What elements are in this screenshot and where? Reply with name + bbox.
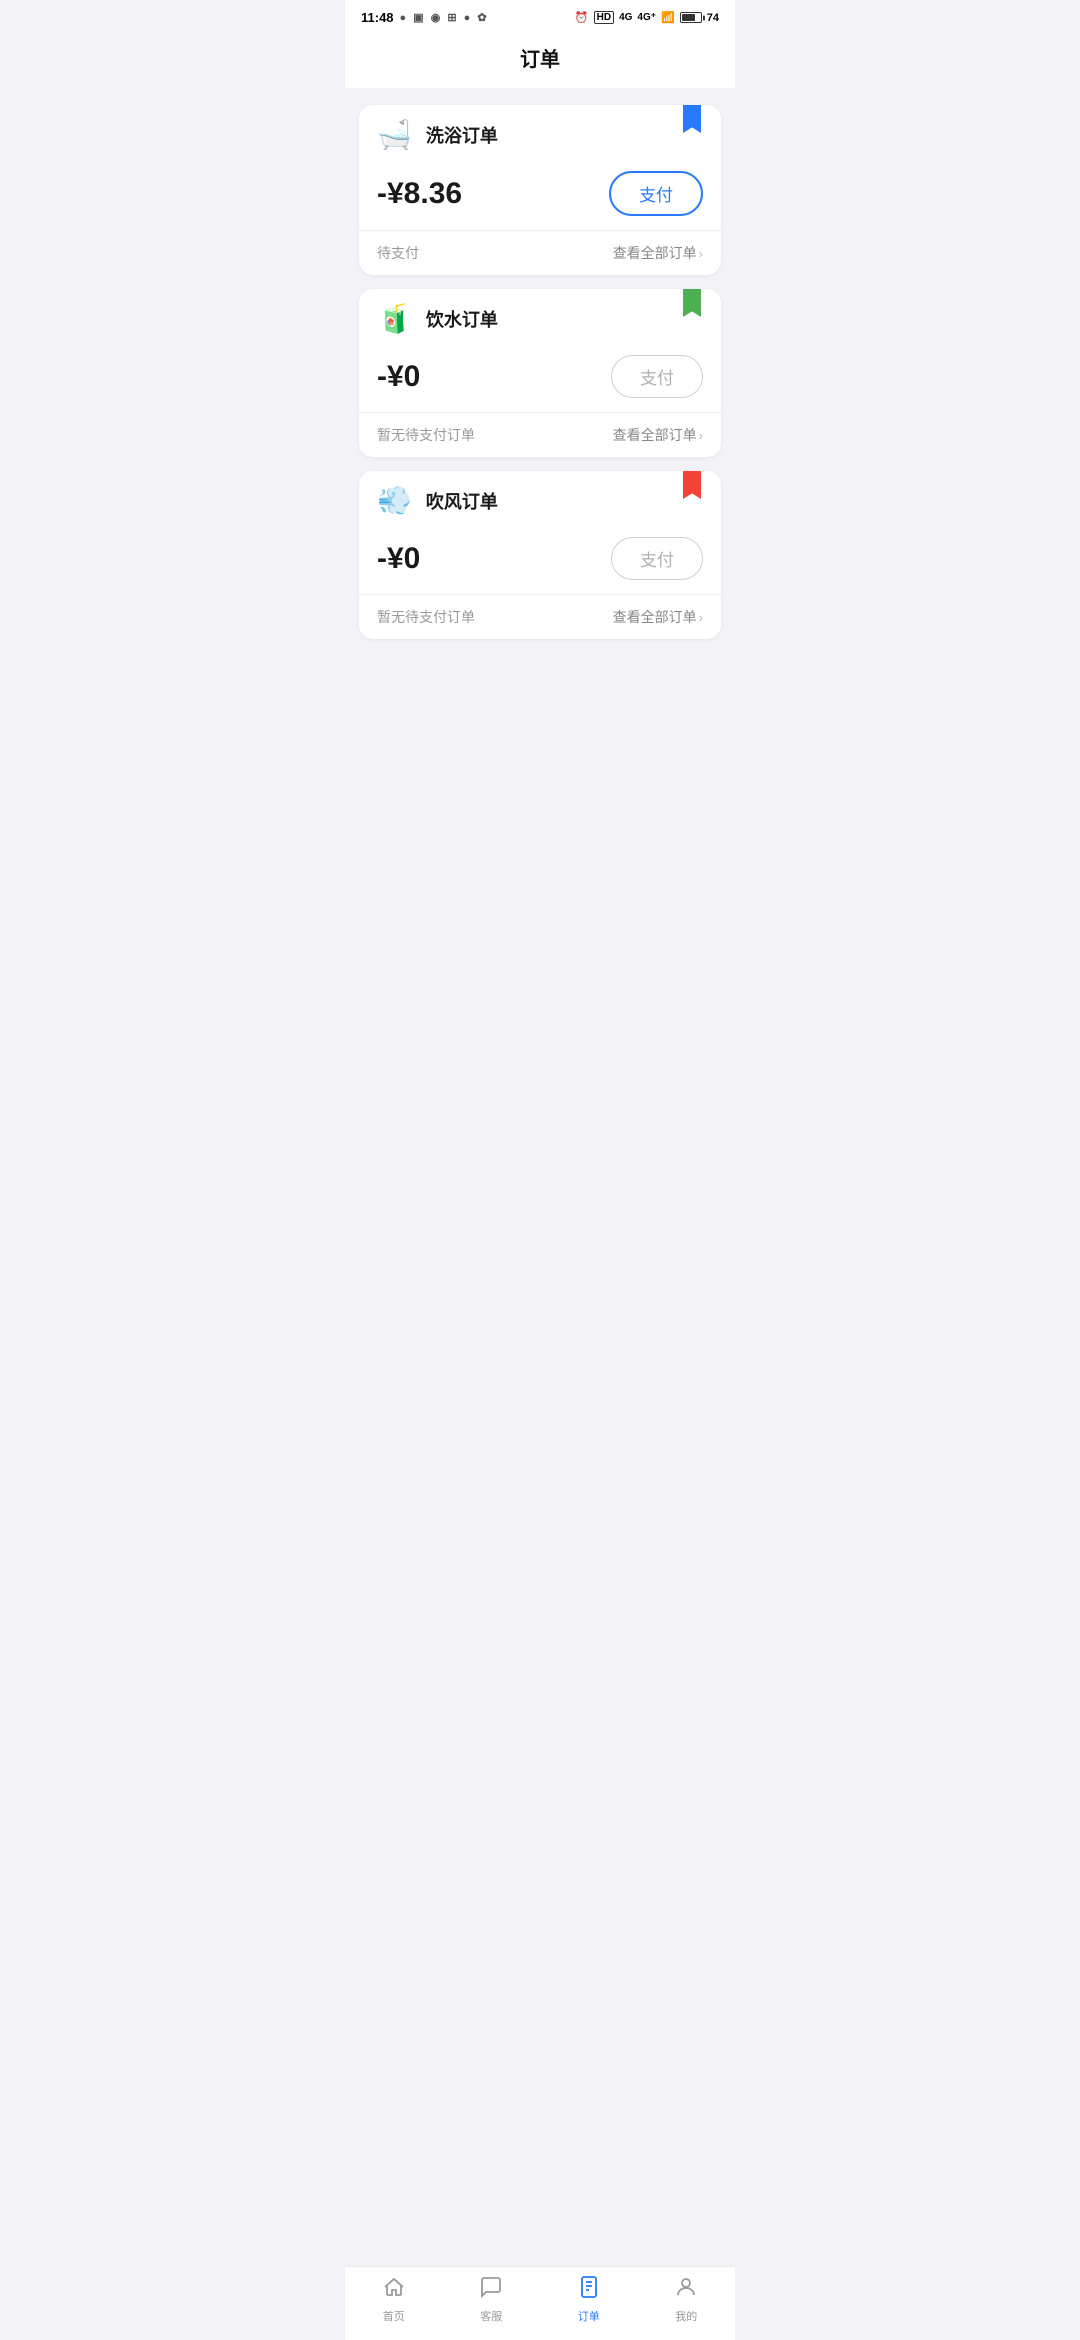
tab-bar: 首页 客服 订单 我的 — [345, 2266, 735, 2340]
page-header: 订单 — [345, 31, 735, 89]
water-pay-button: 支付 — [611, 355, 703, 398]
home-icon — [382, 2275, 406, 2304]
bath-amount: -¥8.36 — [377, 177, 462, 211]
battery-icon — [680, 12, 702, 23]
battery-percent: 74 — [707, 12, 719, 24]
bath-status: 待支付 — [377, 243, 419, 263]
card-top-bath: 🛁 洗浴订单 — [359, 105, 721, 161]
dryer-view-all[interactable]: 查看全部订单 › — [613, 607, 703, 627]
bath-view-all[interactable]: 查看全部订单 › — [613, 243, 703, 263]
order-card-bath: 🛁 洗浴订单 -¥8.36 支付 待支付 查看全部订单 › — [359, 105, 721, 275]
signal-4g: 4G — [619, 12, 632, 23]
water-title: 饮水订单 — [426, 306, 498, 332]
mine-icon — [674, 2275, 698, 2304]
dryer-pay-button: 支付 — [611, 537, 703, 580]
water-icon: 🧃 — [377, 305, 412, 333]
bath-card-bottom: 待支付 查看全部订单 › — [359, 230, 721, 275]
app-icons: ● ▣ ◉ ⊞ ● ✿ — [400, 11, 489, 24]
tab-home-label: 首页 — [383, 2308, 405, 2324]
card-top-water: 🧃 饮水订单 — [359, 289, 721, 345]
bath-title: 洗浴订单 — [426, 122, 498, 148]
page-title: 订单 — [345, 43, 735, 72]
signal-4gplus: 4G⁺ — [637, 12, 656, 23]
tab-home[interactable]: 首页 — [359, 2275, 429, 2324]
status-time: 11:48 — [361, 10, 394, 25]
service-icon — [479, 2275, 503, 2304]
water-amount: -¥0 — [377, 360, 420, 394]
dryer-amount-row: -¥0 支付 — [359, 527, 721, 594]
wifi-icon: 📶 — [661, 11, 675, 24]
dryer-amount: -¥0 — [377, 542, 420, 576]
bath-amount-row: -¥8.36 支付 — [359, 161, 721, 230]
tab-service[interactable]: 客服 — [456, 2275, 526, 2324]
water-card-bottom: 暂无待支付订单 查看全部订单 › — [359, 412, 721, 457]
dryer-status: 暂无待支付订单 — [377, 607, 475, 627]
bath-pay-button[interactable]: 支付 — [609, 171, 703, 216]
order-card-water: 🧃 饮水订单 -¥0 支付 暂无待支付订单 查看全部订单 › — [359, 289, 721, 457]
status-left: 11:48 ● ▣ ◉ ⊞ ● ✿ — [361, 10, 489, 25]
orders-icon — [577, 2275, 601, 2304]
dryer-card-bottom: 暂无待支付订单 查看全部订单 › — [359, 594, 721, 639]
alarm-icon: ⏰ — [575, 11, 589, 24]
order-card-dryer: 💨 吹风订单 -¥0 支付 暂无待支付订单 查看全部订单 › — [359, 471, 721, 639]
chevron-icon: › — [699, 428, 703, 443]
tab-mine[interactable]: 我的 — [651, 2275, 721, 2324]
tab-orders-label: 订单 — [578, 2308, 600, 2324]
tab-orders[interactable]: 订单 — [554, 2275, 624, 2324]
status-bar: 11:48 ● ▣ ◉ ⊞ ● ✿ ⏰ HD 4G 4G⁺ 📶 74 — [345, 0, 735, 31]
dryer-title: 吹风订单 — [426, 488, 498, 514]
water-amount-row: -¥0 支付 — [359, 345, 721, 412]
chevron-icon: › — [699, 610, 703, 625]
dryer-icon: 💨 — [377, 487, 412, 515]
tab-service-label: 客服 — [480, 2308, 502, 2324]
tab-mine-label: 我的 — [675, 2308, 697, 2324]
card-top-dryer: 💨 吹风订单 — [359, 471, 721, 527]
water-view-all[interactable]: 查看全部订单 › — [613, 425, 703, 445]
chevron-icon: › — [699, 246, 703, 261]
hd-badge: HD — [594, 11, 614, 24]
status-right: ⏰ HD 4G 4G⁺ 📶 74 — [575, 11, 719, 24]
orders-list: 🛁 洗浴订单 -¥8.36 支付 待支付 查看全部订单 › 🧃 饮水订单 -¥0… — [345, 89, 735, 759]
water-status: 暂无待支付订单 — [377, 425, 475, 445]
bath-icon: 🛁 — [377, 121, 412, 149]
